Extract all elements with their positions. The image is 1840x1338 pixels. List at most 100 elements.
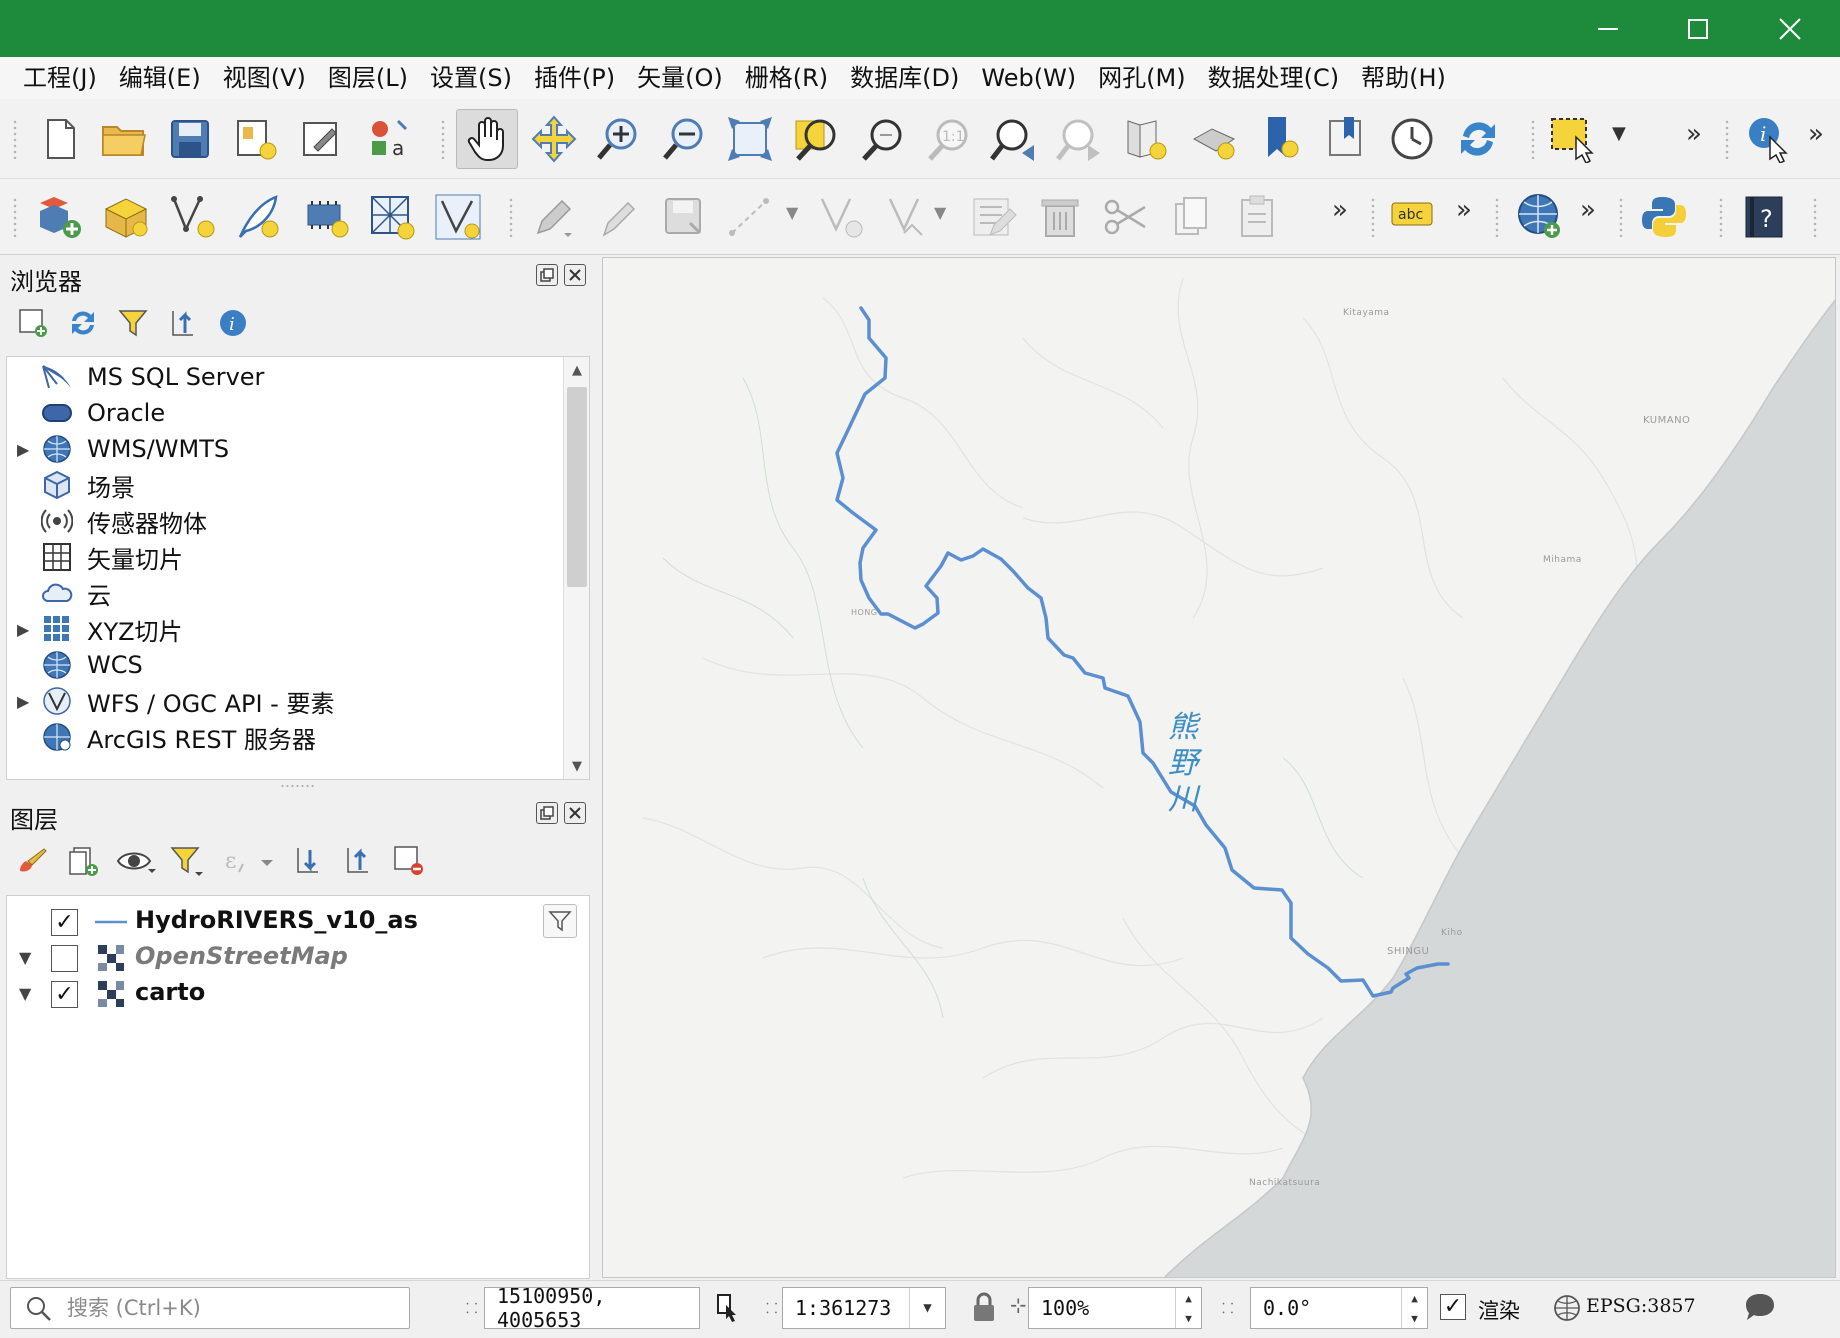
browser-properties-button[interactable]: i <box>212 302 254 344</box>
minimize-button[interactable] <box>1562 0 1654 57</box>
toolbar-grip[interactable] <box>1618 197 1624 237</box>
modify-dropdown-arrow[interactable]: ▼ <box>934 203 946 222</box>
filter-legend-button[interactable] <box>166 840 208 882</box>
magnifier-field[interactable]: 100% ▲ ▼ <box>1028 1287 1202 1329</box>
add-group-button[interactable] <box>62 840 104 882</box>
magnifier-spinner[interactable]: ▲ ▼ <box>1175 1288 1201 1328</box>
layer-row-hydrorivers[interactable]: ✓ HydroRIVERS_v10_as <box>7 904 589 940</box>
toolbar-overflow-chevron[interactable]: » <box>1332 195 1348 225</box>
toolbar-overflow-chevron[interactable]: » <box>1808 119 1824 149</box>
toolbar-grip[interactable] <box>12 197 18 237</box>
remove-layer-button[interactable] <box>388 840 430 882</box>
scroll-down-arrow[interactable]: ▼ <box>564 753 589 779</box>
coordinate-field[interactable]: 15100950, 4005653 <box>484 1284 700 1332</box>
add-wms-layer-button[interactable] <box>1512 189 1568 245</box>
toolbar-grip[interactable] <box>1812 197 1818 237</box>
new-virtual-layer-button[interactable] <box>364 189 420 245</box>
filter-by-expression-button[interactable]: ε <box>216 840 280 882</box>
browser-filter-button[interactable] <box>112 302 154 344</box>
layer-row-carto[interactable]: ▼ ✓ carto <box>7 976 589 1012</box>
menu-mesh[interactable]: 网孔(M) <box>1087 57 1196 99</box>
toolbar-grip[interactable] <box>1530 119 1536 159</box>
expand-arrow-icon[interactable]: ▶ <box>17 440 29 459</box>
menu-project[interactable]: 工程(J) <box>12 57 108 99</box>
map-canvas[interactable]: Kitayama KUMANO Mihama HONG Kiho SHINGU … <box>602 257 1836 1278</box>
new-3d-map-view-button[interactable] <box>1186 111 1242 167</box>
zoom-out-button[interactable] <box>656 111 712 167</box>
browser-add-selected-button[interactable] <box>12 302 54 344</box>
toolbar-grip[interactable] <box>440 119 446 159</box>
cut-features-button[interactable] <box>1098 189 1154 245</box>
zoom-to-selection-button[interactable] <box>788 111 844 167</box>
new-print-layout-button[interactable] <box>228 111 284 167</box>
toolbar-grip[interactable] <box>12 119 18 159</box>
locator-search[interactable] <box>10 1287 410 1329</box>
layer-row-openstreetmap[interactable]: ▼ OpenStreetMap <box>7 940 589 976</box>
browser-tree[interactable]: MS SQL Server Oracle ▶ WMS/WMTS 场景 传感器物体… <box>6 356 590 780</box>
new-shapefile-button[interactable] <box>164 189 220 245</box>
toolbar-grip[interactable] <box>1370 197 1376 237</box>
toolbar-grip[interactable] <box>1494 197 1500 237</box>
menu-edit[interactable]: 编辑(E) <box>108 57 212 99</box>
menu-help[interactable]: 帮助(H) <box>1350 57 1457 99</box>
style-manager-button[interactable]: a <box>362 111 418 167</box>
menu-plugins[interactable]: 插件(P) <box>523 57 626 99</box>
menu-database[interactable]: 数据库(D) <box>839 57 970 99</box>
menu-web[interactable]: Web(W) <box>970 57 1087 99</box>
zoom-native-button[interactable]: 1:1 <box>920 111 976 167</box>
new-vector-layer-button[interactable] <box>430 189 486 245</box>
toggle-editing-button[interactable] <box>590 189 646 245</box>
open-project-button[interactable] <box>96 111 152 167</box>
rotation-spinner[interactable]: ▲ ▼ <box>1401 1288 1427 1328</box>
zoom-full-button[interactable] <box>722 111 778 167</box>
toolbar-overflow-chevron[interactable]: » <box>1580 195 1596 225</box>
coordinate-toggle-button[interactable] <box>710 1289 744 1327</box>
menu-layer[interactable]: 图层(L) <box>317 57 419 99</box>
current-edits-button[interactable] <box>526 189 582 245</box>
rotation-field[interactable]: 0.0° ▲ ▼ <box>1250 1287 1428 1329</box>
menu-settings[interactable]: 设置(S) <box>419 57 523 99</box>
lock-scale-button[interactable] <box>970 1291 998 1327</box>
toolbar-grip[interactable] <box>508 197 514 237</box>
new-geopackage-button[interactable] <box>98 189 154 245</box>
layers-undock-button[interactable] <box>536 802 558 824</box>
scroll-thumb[interactable] <box>567 387 587 587</box>
digitize-line-button[interactable] <box>722 189 778 245</box>
collapse-arrow-icon[interactable]: ▼ <box>19 984 31 1003</box>
pan-map-button[interactable] <box>456 109 518 169</box>
zoom-to-layer-button[interactable] <box>854 111 910 167</box>
browser-close-button[interactable] <box>564 264 586 286</box>
toolbar-overflow-chevron[interactable]: » <box>1686 119 1702 149</box>
expand-arrow-icon[interactable]: ▶ <box>17 620 29 639</box>
scale-dropdown-arrow[interactable]: ▼ <box>909 1288 945 1328</box>
data-source-manager-button[interactable] <box>32 189 88 245</box>
render-checkbox[interactable]: ✓ <box>1440 1294 1466 1320</box>
layout-manager-button[interactable] <box>294 111 350 167</box>
new-spatialite-button[interactable] <box>230 189 286 245</box>
maximize-button[interactable] <box>1652 0 1744 57</box>
zoom-last-button[interactable] <box>986 111 1042 167</box>
crs-button[interactable]: EPSG:3857 <box>1586 1295 1696 1317</box>
toolbar-grip[interactable] <box>1718 197 1724 237</box>
toolbar-grip[interactable] <box>1724 119 1730 159</box>
browser-undock-button[interactable] <box>536 264 558 286</box>
paste-features-button[interactable] <box>1230 189 1286 245</box>
layers-tree[interactable]: ✓ HydroRIVERS_v10_as ▼ OpenStreetMap ▼ ✓… <box>6 895 590 1279</box>
python-console-button[interactable] <box>1636 189 1692 245</box>
menu-view[interactable]: 视图(V) <box>212 57 317 99</box>
toolbar-overflow-chevron[interactable]: » <box>1456 195 1472 225</box>
menu-processing[interactable]: 数据处理(C) <box>1197 57 1350 99</box>
main-splitter[interactable] <box>590 255 602 1280</box>
select-features-button[interactable] <box>1546 111 1602 167</box>
temporal-controller-button[interactable] <box>1384 111 1440 167</box>
collapse-arrow-icon[interactable]: ▼ <box>19 948 31 967</box>
copy-features-button[interactable] <box>1164 189 1220 245</box>
new-temporary-layer-button[interactable] <box>298 189 354 245</box>
select-dropdown-arrow[interactable]: ▼ <box>1612 123 1626 144</box>
menu-raster[interactable]: 栅格(R) <box>734 57 839 99</box>
help-contents-button[interactable]: ? <box>1736 189 1792 245</box>
layer-visibility-checkbox[interactable] <box>51 945 78 972</box>
new-map-view-button[interactable] <box>1118 111 1174 167</box>
vertex-tool-button[interactable] <box>812 189 868 245</box>
browser-refresh-button[interactable] <box>62 302 104 344</box>
